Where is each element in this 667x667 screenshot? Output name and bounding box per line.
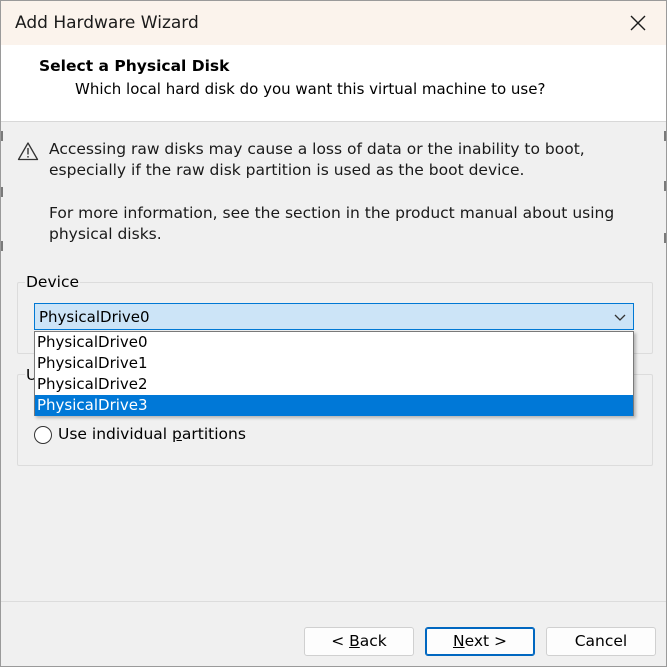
dropdown-option-physicaldrive0[interactable]: PhysicalDrive0 <box>35 332 633 353</box>
page-title: Select a Physical Disk <box>39 57 230 75</box>
wizard-header: Select a Physical Disk Which local hard … <box>1 45 666 122</box>
device-combobox[interactable]: PhysicalDrive0 <box>34 303 634 330</box>
background-edge-mark <box>664 181 666 191</box>
info-text: For more information, see the section in… <box>49 204 615 243</box>
back-button[interactable]: < Back <box>304 627 414 656</box>
dropdown-option-physicaldrive1[interactable]: PhysicalDrive1 <box>35 353 633 374</box>
background-edge-mark <box>664 131 666 141</box>
dropdown-option-physicaldrive2[interactable]: PhysicalDrive2 <box>35 374 633 395</box>
page-subtitle: Which local hard disk do you want this v… <box>75 80 546 98</box>
dropdown-option-physicaldrive3[interactable]: PhysicalDrive3 <box>35 395 633 416</box>
chevron-down-icon <box>614 314 626 321</box>
device-label: Device <box>25 273 81 291</box>
close-button[interactable] <box>616 5 660 41</box>
cancel-button[interactable]: Cancel <box>546 627 656 656</box>
add-hardware-wizard-window: Add Hardware Wizard Select a Physical Di… <box>0 0 667 667</box>
background-edge-mark <box>1 241 3 251</box>
background-edge-mark <box>1 131 3 141</box>
device-dropdown-list: PhysicalDrive0 PhysicalDrive1 PhysicalDr… <box>34 331 634 416</box>
background-edge-mark <box>1 187 3 197</box>
use-individual-partitions-radio[interactable] <box>34 426 52 444</box>
device-combobox-value: PhysicalDrive0 <box>39 308 150 326</box>
close-icon <box>630 15 646 31</box>
background-edge-mark <box>664 233 666 243</box>
use-individual-partitions-label[interactable]: Use individual partitions <box>58 425 246 443</box>
title-bar[interactable]: Add Hardware Wizard <box>1 1 666 45</box>
window-title: Add Hardware Wizard <box>15 13 199 33</box>
next-button[interactable]: Next > <box>425 627 535 656</box>
warning-text: Accessing raw disks may cause a loss of … <box>49 140 585 179</box>
warning-icon <box>17 142 39 161</box>
